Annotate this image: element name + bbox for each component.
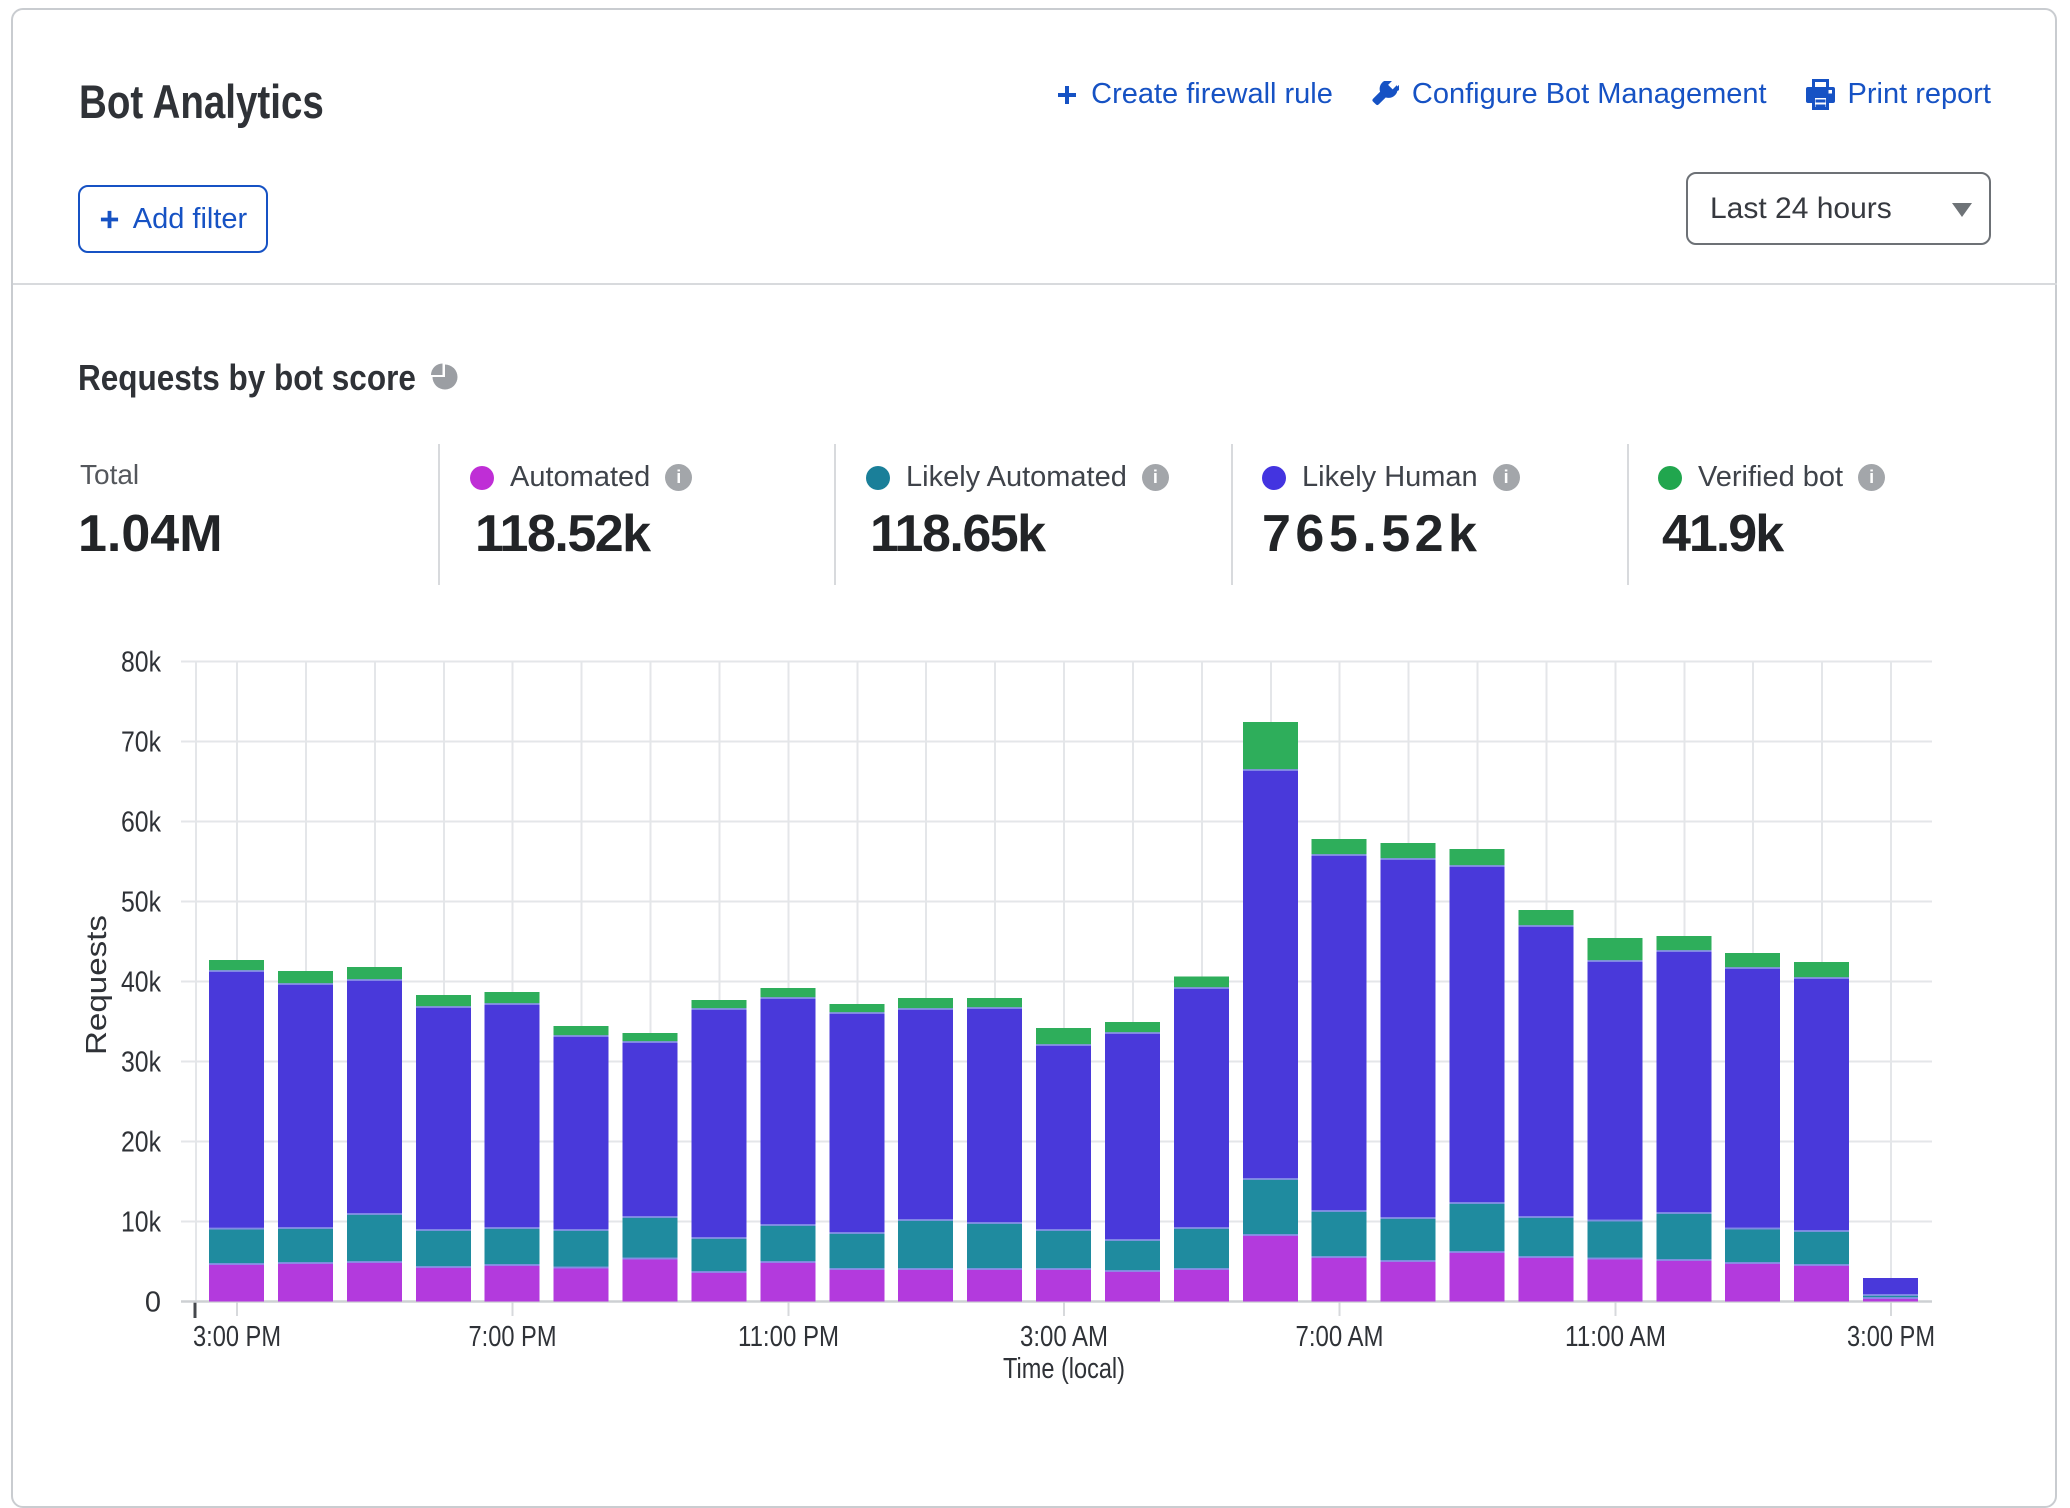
svg-text:70k: 70k xyxy=(121,727,161,759)
svg-text:50k: 50k xyxy=(121,887,161,919)
svg-text:7:00 AM: 7:00 AM xyxy=(1296,1321,1384,1353)
svg-text:80k: 80k xyxy=(121,647,161,679)
svg-text:11:00 PM: 11:00 PM xyxy=(738,1321,839,1353)
svg-text:10k: 10k xyxy=(121,1207,161,1239)
svg-text:11:00 AM: 11:00 AM xyxy=(1565,1321,1666,1353)
svg-text:7:00 PM: 7:00 PM xyxy=(469,1321,557,1353)
svg-text:3:00 PM: 3:00 PM xyxy=(193,1321,281,1353)
svg-text:20k: 20k xyxy=(121,1127,161,1159)
svg-text:3:00 AM: 3:00 AM xyxy=(1020,1321,1108,1353)
svg-text:30k: 30k xyxy=(121,1047,161,1079)
svg-text:40k: 40k xyxy=(121,967,161,999)
svg-text:Requests: Requests xyxy=(81,915,113,1055)
svg-text:3:00 PM: 3:00 PM xyxy=(1847,1321,1935,1353)
svg-text:0: 0 xyxy=(145,1287,161,1319)
svg-text:Time (local): Time (local) xyxy=(1003,1353,1125,1385)
svg-text:60k: 60k xyxy=(121,807,161,839)
